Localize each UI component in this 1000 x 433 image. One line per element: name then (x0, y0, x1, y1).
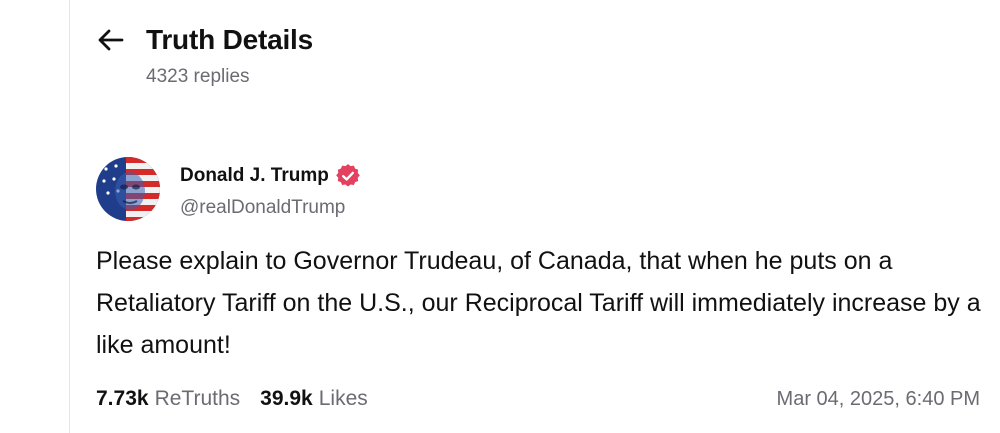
page-header: Truth Details 4323 replies (98, 22, 313, 88)
author-row: Donald J. Trump @realDonaldTrump (96, 157, 986, 221)
reply-count: 4323 replies (146, 66, 250, 87)
author-handle[interactable]: @realDonaldTrump (180, 197, 360, 219)
back-button[interactable] (98, 22, 130, 58)
likes-count: 39.9k (260, 387, 313, 410)
likes-stat[interactable]: 39.9k Likes (260, 387, 368, 411)
retruths-count: 7.73k (96, 387, 149, 410)
avatar[interactable] (96, 157, 160, 221)
avatar-image (96, 157, 160, 221)
post-body-text: Please explain to Governor Trudeau, of C… (96, 247, 981, 359)
truth-post: Donald J. Trump @realDonaldTrump Please … (96, 157, 986, 411)
truth-details-page: Truth Details 4323 replies Donald J. Tru… (0, 0, 1000, 433)
header-row: Truth Details (98, 22, 313, 58)
post-stats-row: 7.73k ReTruths 39.9k Likes Mar 04, 2025,… (96, 387, 986, 411)
post-timestamp: Mar 04, 2025, 6:40 PM (776, 388, 980, 410)
left-divider (69, 0, 70, 433)
page-title: Truth Details (146, 24, 313, 55)
likes-label: Likes (318, 387, 368, 410)
author-meta: Donald J. Trump @realDonaldTrump (180, 164, 360, 219)
retruths-stat[interactable]: 7.73k ReTruths (96, 387, 240, 411)
author-display-name[interactable]: Donald J. Trump (180, 165, 329, 187)
verified-badge-icon (336, 164, 360, 187)
arrow-left-icon (98, 29, 124, 51)
name-line: Donald J. Trump (180, 164, 360, 188)
retruths-label: ReTruths (154, 387, 241, 410)
